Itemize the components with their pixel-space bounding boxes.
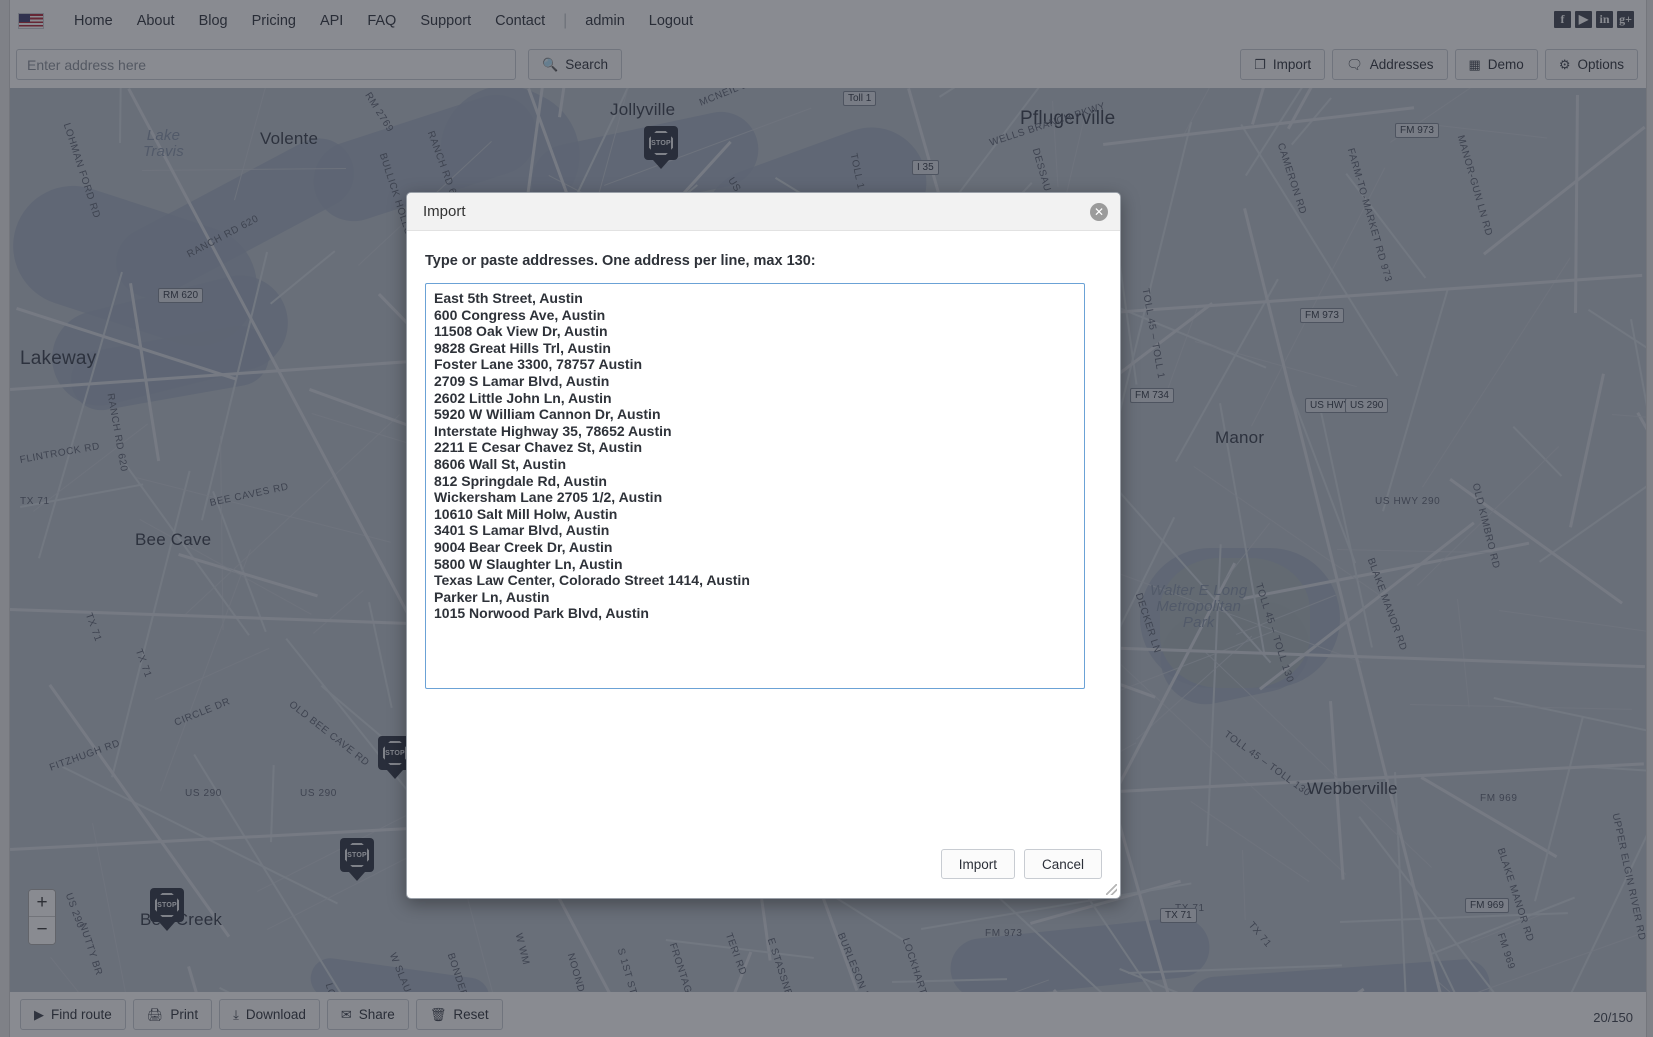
app-root: VolenteLakewayJollyvillePflugervilleBee … bbox=[0, 0, 1653, 1037]
addresses-textarea[interactable] bbox=[425, 283, 1085, 689]
import-dialog-title: Import bbox=[423, 203, 466, 220]
close-circle-icon[interactable]: ✕ bbox=[1090, 202, 1108, 221]
resize-grip-icon[interactable] bbox=[1106, 884, 1117, 895]
import-dialog: Import ✕ Type or paste addresses. One ad… bbox=[406, 192, 1121, 899]
dialog-import-button[interactable]: Import bbox=[940, 849, 1015, 879]
import-dialog-header: Import ✕ bbox=[407, 193, 1120, 231]
import-dialog-body: Type or paste addresses. One address per… bbox=[407, 231, 1120, 830]
import-instruction-label: Type or paste addresses. One address per… bbox=[425, 253, 816, 269]
import-dialog-footer: Import Cancel bbox=[407, 830, 1120, 898]
dialog-cancel-button[interactable]: Cancel bbox=[1023, 849, 1102, 879]
